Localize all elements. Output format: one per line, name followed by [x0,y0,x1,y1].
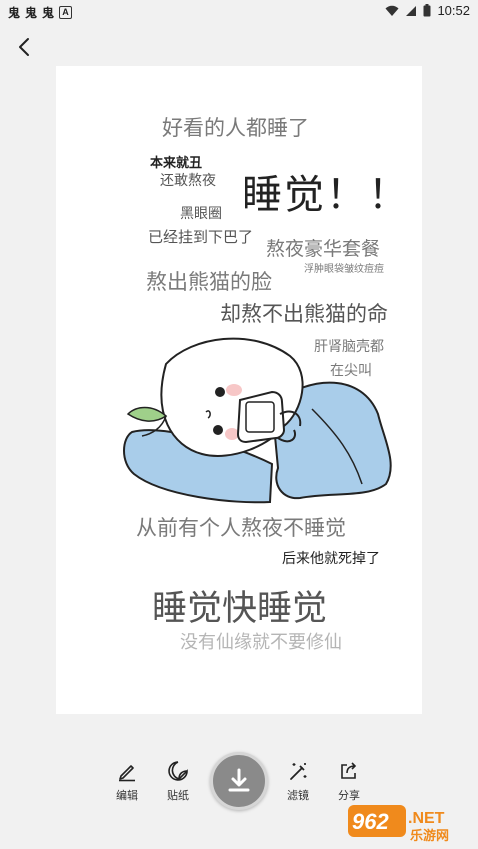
edit-label: 编辑 [116,789,138,802]
meme-text-line: 后来他就死掉了 [282,551,380,567]
notification-icons: 鬼 鬼 鬼 A [8,4,73,21]
app-notification-icon: 鬼 [42,6,55,20]
wifi-icon [385,5,399,16]
meme-text-line: 睡觉快睡觉 [152,589,328,629]
meme-text-line: 从前有个人熬夜不睡觉 [136,516,346,540]
meme-text-line: 睡觉！！ [242,172,410,218]
app-notification-icon: 鬼 [8,6,21,20]
sticker-label: 贴纸 [167,789,189,802]
clock: 10:52 [437,3,470,18]
meme-text-line: 好看的人都睡了 [162,116,309,140]
meme-text-line: 却熬不出熊猫的命 [220,302,388,326]
download-icon [228,768,250,792]
battery-icon [423,4,431,17]
share-button[interactable]: 分享 [329,760,369,803]
sticker-button[interactable]: 贴纸 [158,760,198,803]
meme-text-line: 没有仙缘就不要修仙 [180,632,342,653]
filter-button[interactable]: 滤镜 [278,760,318,803]
back-arrow-icon [19,38,29,56]
meme-text-line: 还敢熬夜 [160,173,216,189]
filter-label: 滤镜 [287,789,309,802]
status-bar: 鬼 鬼 鬼 A 10:52 [0,0,478,24]
sleepy-character-illustration [123,337,392,504]
sticker-icon [168,761,188,781]
pencil-icon [119,765,135,782]
meme-text-line: 浮肿眼袋皱纹痘痘 [304,264,384,275]
svg-text:乐游网: 乐游网 [410,828,449,843]
meme-text-line: 已经挂到下巴了 [148,228,254,246]
a-notification-icon: A [59,6,73,19]
meme-text-line: 熬出熊猫的脸 [146,270,272,294]
site-watermark: 962 .NET 乐游网 [348,803,472,844]
watermark-logo-icon: 962 .NET 乐游网 [348,805,449,844]
meme-image-canvas: 好看的人都睡了 本来就丑 还敢熬夜 睡觉！！ 黑眼圈 已经挂到下巴了 熬夜豪华套… [56,66,422,714]
back-button[interactable] [12,34,38,60]
svg-text:962: 962 [352,809,389,834]
magic-wand-icon [290,763,307,780]
signal-icon [406,5,417,16]
edit-button[interactable]: 编辑 [107,760,147,803]
meme-text-line: 熬夜豪华套餐 [266,238,381,260]
svg-text:.NET: .NET [408,810,445,827]
share-icon [341,762,357,779]
share-label: 分享 [338,789,360,802]
system-icons: 10:52 [385,3,470,18]
app-notification-icon: 鬼 [25,6,38,20]
meme-text-line: 黑眼圈 [180,206,222,222]
meme-text-line: 本来就丑 [150,156,203,171]
download-button[interactable] [210,752,268,810]
